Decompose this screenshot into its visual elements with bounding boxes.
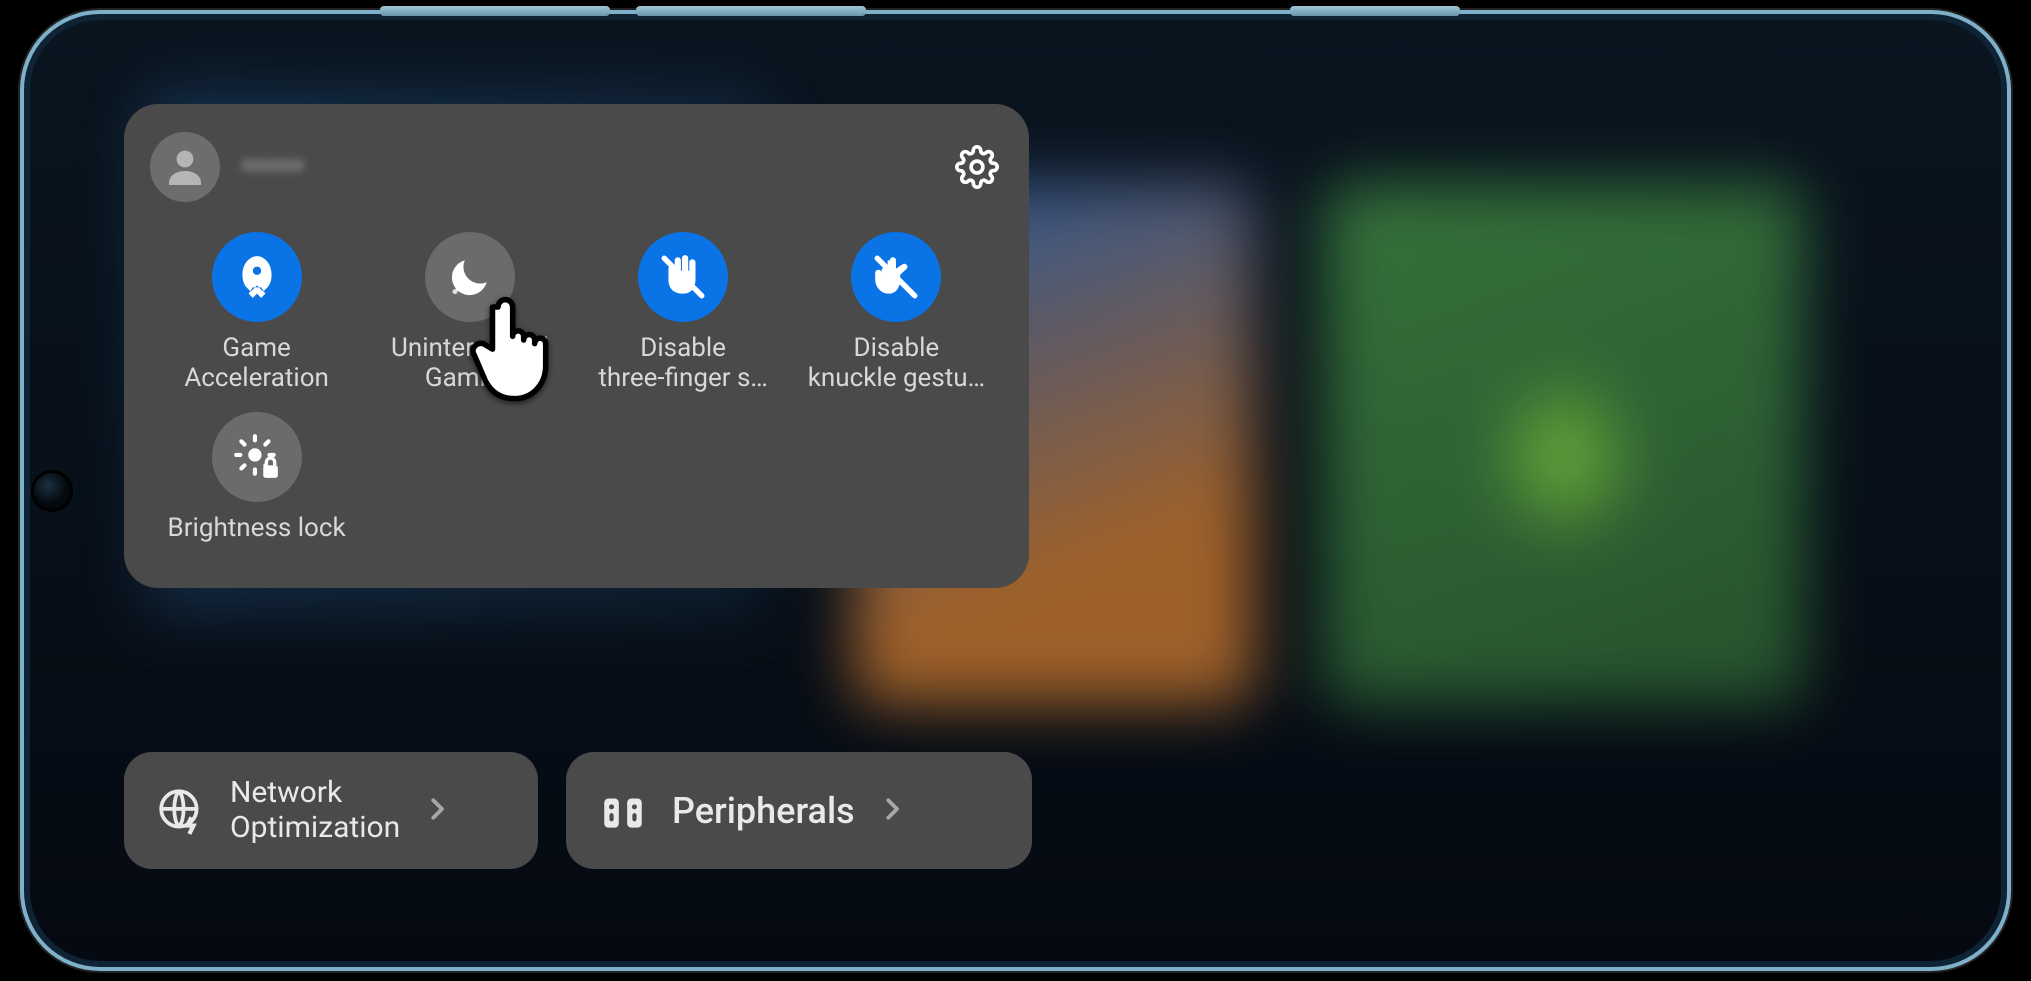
tile-label: UninterruptedGaming: [391, 334, 549, 394]
avatar-icon: [161, 143, 209, 191]
tile-label: GameAcceleration: [184, 334, 329, 394]
tile-label: Brightness lock: [168, 514, 346, 544]
tile-label: Disablethree-finger s…: [598, 334, 767, 394]
card-label: Peripherals: [672, 790, 855, 832]
panel-header: •••••: [150, 132, 1003, 202]
controller-icon: [596, 784, 650, 838]
tile-disable-three-finger[interactable]: Disablethree-finger s…: [577, 228, 790, 398]
tile-disable-knuckle[interactable]: Disableknuckle gestu…: [790, 228, 1003, 398]
card-peripherals[interactable]: Peripherals: [566, 752, 1032, 869]
bottom-row: NetworkOptimization Peripherals: [124, 752, 1032, 869]
power-button: [1290, 6, 1460, 16]
tiles-grid: GameAcceleration UninterruptedGaming Dis…: [150, 228, 1003, 548]
chevron-right-icon: [422, 794, 452, 828]
settings-button[interactable]: [951, 141, 1003, 193]
volume-down-button: [636, 6, 866, 16]
card-network-optimization[interactable]: NetworkOptimization: [124, 752, 538, 869]
game-assistant-panel: ••••• GameAcceleration UninterruptedGa: [124, 104, 1029, 588]
three-finger-off-icon: [638, 232, 728, 322]
moon-icon: [425, 232, 515, 322]
tile-brightness-lock[interactable]: Brightness lock: [150, 408, 363, 548]
username: •••••: [242, 147, 304, 187]
globe-bolt-icon: [154, 784, 208, 838]
volume-up-button: [380, 6, 610, 16]
phone-frame: ••••• GameAcceleration UninterruptedGa: [20, 10, 2011, 971]
chevron-right-icon: [877, 794, 907, 828]
avatar[interactable]: [150, 132, 220, 202]
rocket-icon: [212, 232, 302, 322]
front-camera: [34, 473, 70, 509]
tile-uninterrupted-gaming[interactable]: UninterruptedGaming: [363, 228, 576, 398]
gear-icon: [955, 145, 999, 189]
card-label: NetworkOptimization: [230, 776, 400, 845]
knuckle-off-icon: [851, 232, 941, 322]
tile-label: Disableknuckle gestu…: [808, 334, 985, 394]
brightness-lock-icon: [212, 412, 302, 502]
tile-game-acceleration[interactable]: GameAcceleration: [150, 228, 363, 398]
